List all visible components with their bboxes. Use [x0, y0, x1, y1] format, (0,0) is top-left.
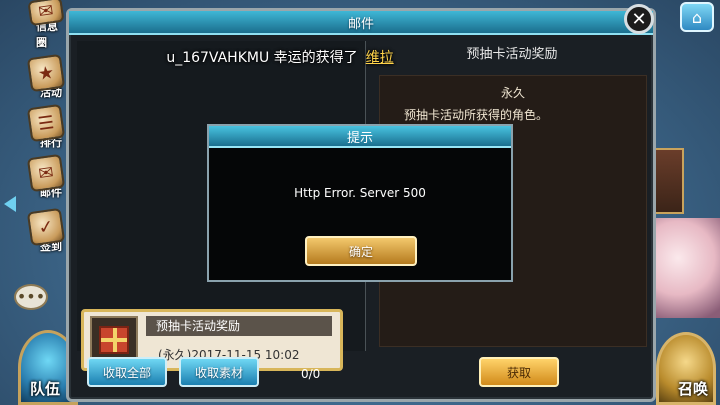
side-item-ranking[interactable]: ☰ 排行: [26, 100, 66, 150]
side-item-event[interactable]: ★ 活动: [26, 50, 66, 100]
notification-name-link[interactable]: 维拉: [366, 47, 394, 67]
event-icon: ★: [26, 53, 66, 93]
notification-text: u_167VAHKMU 幸运的获得了: [166, 50, 358, 66]
side-item-mail[interactable]: ✉ 邮件: [26, 150, 66, 200]
team-label: 队伍: [30, 380, 61, 398]
close-icon[interactable]: ✕: [624, 4, 654, 34]
banner-card[interactable]: [654, 148, 684, 214]
detail-duration: 永久: [500, 86, 525, 100]
obtain-button[interactable]: 获取: [479, 357, 559, 387]
mail-item-title: 预抽卡活动奖励: [146, 316, 332, 336]
ranking-icon: ☰: [26, 103, 66, 143]
collect-all-button[interactable]: 收取全部: [87, 357, 167, 387]
mail-title: 邮件: [69, 11, 653, 35]
error-dialog: 提示 Http Error. Server 500 确定: [207, 124, 513, 282]
mail-icon: ✉: [26, 153, 66, 193]
side-item-info[interactable]: ✉ 信息圈: [26, 0, 66, 50]
mail-count: 0/0: [301, 367, 321, 381]
confirm-button[interactable]: 确定: [305, 236, 417, 266]
side-item-checkin[interactable]: ✓ 签到: [26, 204, 66, 254]
detail-description: 预抽卡活动所获得的角色。: [404, 108, 549, 122]
dialog-message: Http Error. Server 500: [294, 186, 426, 200]
dialog-title: 提示: [209, 126, 511, 148]
notification-bar: u_167VAHKMU 幸运的获得了 维拉: [80, 46, 480, 68]
summon-label: 召唤: [677, 380, 708, 398]
home-icon[interactable]: ⌂: [680, 2, 714, 32]
side-menu: ✉ 信息圈 ★ 活动 ☰ 排行 ✉ 邮件 ✓ 签到 ••• 队伍: [0, 0, 78, 405]
collect-material-button[interactable]: 收取素材: [179, 357, 259, 387]
collapse-arrow-icon[interactable]: [4, 196, 16, 212]
character-portrait: [650, 218, 720, 318]
chat-icon[interactable]: •••: [14, 284, 48, 310]
checkin-icon: ✓: [26, 207, 66, 247]
